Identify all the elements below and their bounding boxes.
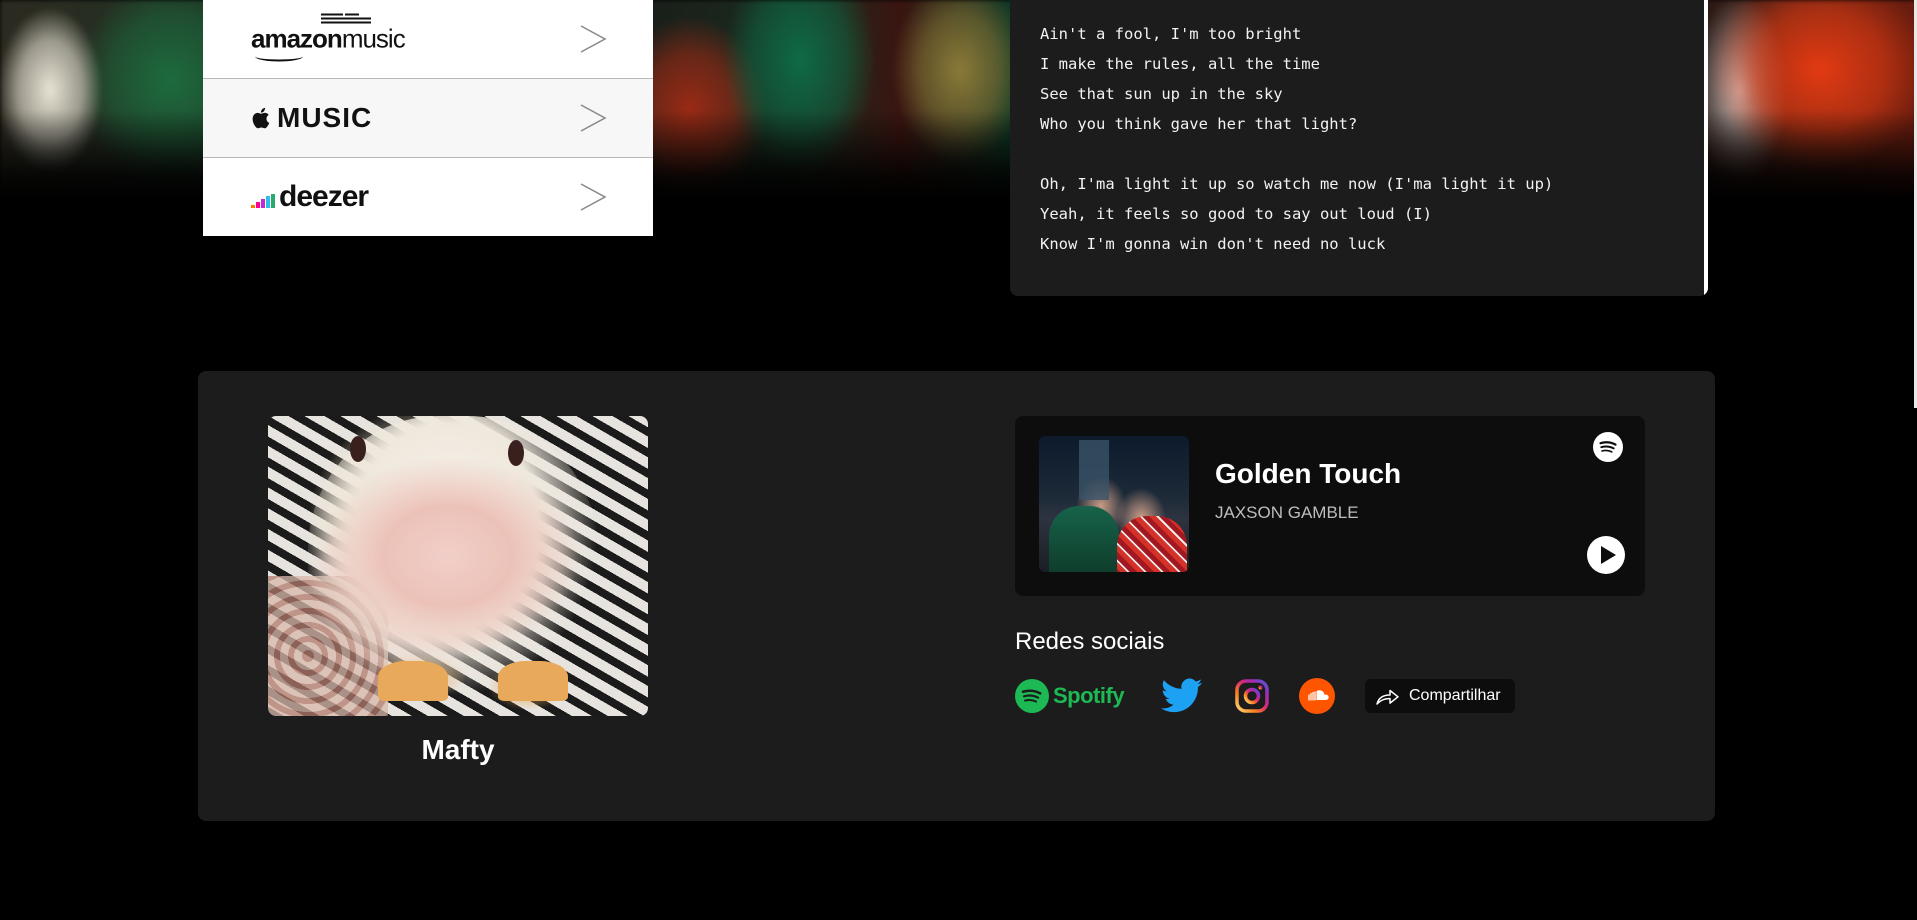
amazon-music-logo: amazon music <box>251 13 701 62</box>
service-item-deezer[interactable]: deezer <box>203 158 653 236</box>
lyric-line: Oh, I'ma light it up so watch me now (I'… <box>1040 175 1554 193</box>
apple-icon <box>252 107 270 129</box>
twitter-link[interactable] <box>1161 678 1203 714</box>
lyric-line: I make the rules, all the time <box>1040 55 1320 73</box>
service-item-apple-music[interactable]: MUSIC <box>203 79 653 158</box>
chevron-right-icon <box>580 183 607 211</box>
spotify-link[interactable]: Spotify <box>1015 678 1131 714</box>
service-item-amazon-music[interactable]: amazon music <box>203 0 653 79</box>
soundcloud-link[interactable] <box>1299 678 1335 714</box>
social-heading: Redes sociais <box>1015 628 1165 655</box>
song-title[interactable]: Golden Touch <box>1215 458 1401 490</box>
song-player-card[interactable]: Golden Touch JAXSON GAMBLE <box>1015 416 1645 596</box>
spotify-icon <box>1015 679 1049 713</box>
play-icon[interactable] <box>1587 536 1625 574</box>
lyric-line: Yeah, it feels so good to say out loud (… <box>1040 205 1432 223</box>
song-artist[interactable]: JAXSON GAMBLE <box>1215 503 1359 523</box>
spotify-wordmark: Spotify <box>1053 683 1125 708</box>
share-label: Compartilhar <box>1409 687 1501 704</box>
deezer-logo: deezer <box>251 180 369 214</box>
instagram-link[interactable] <box>1235 679 1269 713</box>
apple-music-logo: MUSIC <box>251 102 372 134</box>
lyric-line: Know I'm gonna win don't need no luck <box>1040 235 1386 253</box>
deezer-bars-icon <box>251 194 275 208</box>
album-cover[interactable] <box>1039 436 1189 572</box>
streaming-service-list: amazon music MUSIC deezer <box>203 0 653 236</box>
lyrics-panel[interactable]: Ain't a fool, I'm too bright I make the r… <box>1010 0 1708 296</box>
lyric-line: Ain't a fool, I'm too bright <box>1040 25 1302 43</box>
artist-photo[interactable] <box>268 416 648 716</box>
instagram-icon <box>1235 679 1269 713</box>
social-links: Spotify Compartilhar <box>1015 676 1515 716</box>
spotify-icon[interactable] <box>1593 432 1623 462</box>
lyric-line: See that sun up in the sky <box>1040 85 1283 103</box>
share-icon <box>1376 689 1399 705</box>
artist-card: Mafty Golden Touch JAXSON GAMBLE Redes s… <box>198 371 1715 821</box>
twitter-icon <box>1161 678 1203 713</box>
lyric-line <box>1040 139 1678 169</box>
chevron-right-icon <box>580 25 607 53</box>
lyric-line: Who you think gave her that light? <box>1040 115 1358 133</box>
chevron-right-icon <box>580 104 607 132</box>
share-button[interactable]: Compartilhar <box>1365 679 1515 713</box>
artist-name[interactable]: Mafty <box>268 734 648 766</box>
soundcloud-icon <box>1299 678 1335 714</box>
lyrics-text: Ain't a fool, I'm too bright I make the r… <box>1010 0 1708 278</box>
